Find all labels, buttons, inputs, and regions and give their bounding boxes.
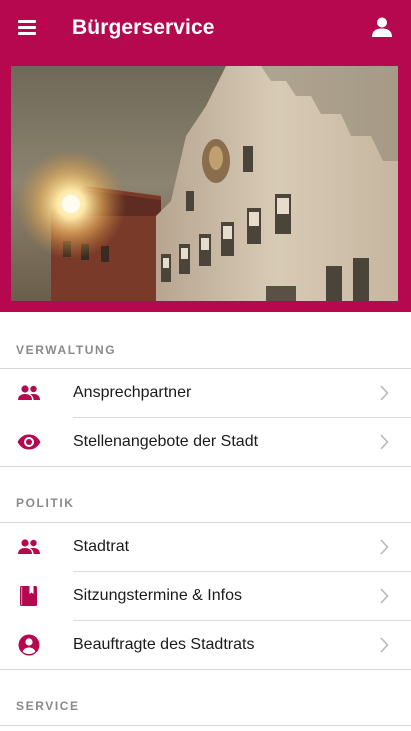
list-item-label: Stellenangebote der Stadt (73, 433, 259, 450)
section-header-politik: POLITIK (16, 496, 75, 510)
eye-icon (16, 430, 42, 454)
list-item-label: Ansprechpartner (73, 384, 192, 401)
section-header-service: SERVICE (16, 699, 80, 713)
list-item-stadtrat[interactable]: Stadtrat (0, 523, 411, 572)
book-icon (16, 584, 42, 608)
list-item-label: Sitzungstermine & Infos (73, 587, 242, 604)
menu-icon[interactable] (16, 18, 40, 38)
section-header-verwaltung: VERWALTUNG (16, 343, 117, 357)
people-icon (16, 381, 42, 405)
page-title: Bürgerservice (72, 16, 215, 39)
people-icon (16, 535, 42, 559)
account-circle-icon (16, 633, 42, 657)
divider (0, 669, 411, 670)
chevron-right-icon (379, 588, 389, 604)
list-item-label: Stadtrat (73, 538, 130, 555)
chevron-right-icon (379, 637, 389, 653)
account-icon[interactable] (371, 16, 393, 38)
divider (0, 466, 411, 467)
list-item-label: Beauftragte des Stadtrats (73, 636, 255, 653)
chevron-right-icon (379, 434, 389, 450)
chevron-right-icon (379, 385, 389, 401)
chevron-right-icon (379, 539, 389, 555)
app-bar: Bürgerservice (0, 0, 411, 312)
list-item-sitzungstermine[interactable]: Sitzungstermine & Infos (0, 572, 411, 621)
list-item-beauftragte[interactable]: Beauftragte des Stadtrats (0, 621, 411, 670)
hero-image (11, 66, 398, 301)
divider (0, 725, 411, 726)
list-item-stellenangebote[interactable]: Stellenangebote der Stadt (0, 418, 411, 467)
list-item-ansprechpartner[interactable]: Ansprechpartner (0, 369, 411, 418)
